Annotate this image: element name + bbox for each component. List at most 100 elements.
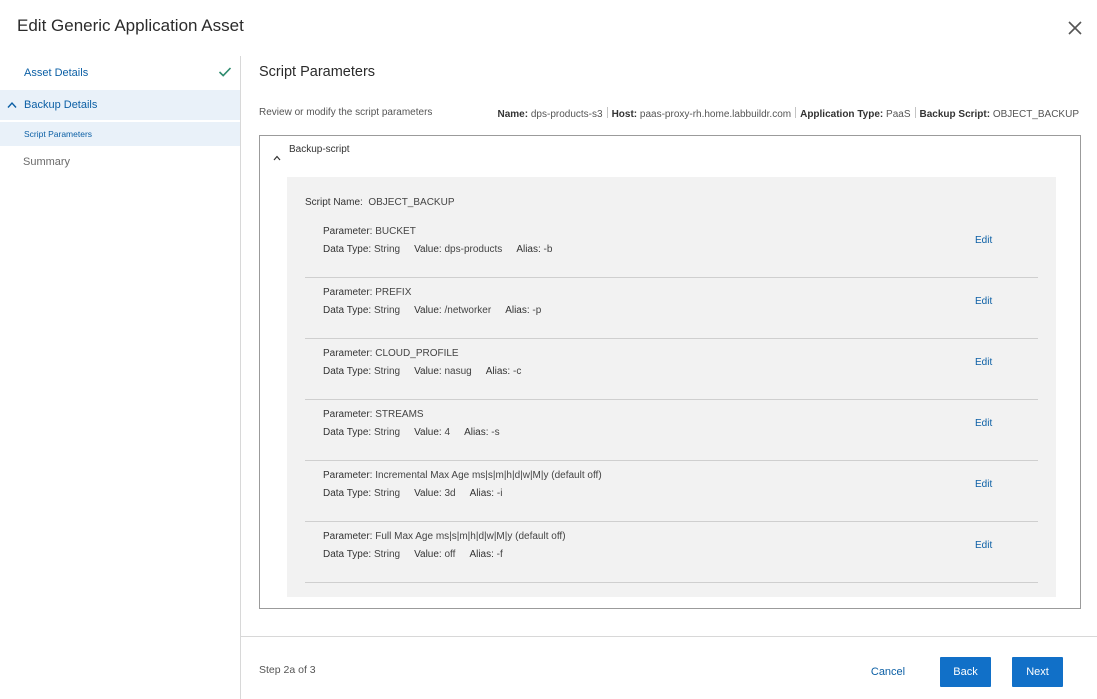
sidebar-item-asset-details[interactable]: Asset Details [0, 64, 240, 84]
backup-script-panel: Backup-script Script Name: OBJECT_BACKUP… [259, 135, 1081, 609]
meta-divider [795, 107, 797, 118]
value-label: Value: [414, 427, 442, 438]
value-label: Value: [414, 488, 442, 499]
chevron-up-icon [273, 148, 281, 161]
sidebar-item-label: Backup Details [24, 99, 98, 111]
script-parameters-box: Script Name: OBJECT_BACKUP Parameter: BU… [287, 177, 1056, 597]
meta-app-type-label: Application Type: [800, 109, 884, 120]
edit-button[interactable]: Edit [975, 235, 992, 246]
value-value: 4 [444, 427, 451, 438]
parameter-name-line: Parameter: STREAMS [323, 409, 424, 420]
value-value: /networker [444, 305, 492, 316]
meta-app-type-value: PaaS [886, 109, 911, 120]
data-type-value: String [373, 305, 401, 316]
meta-host-label: Host: [611, 109, 638, 120]
sidebar-item-summary[interactable]: Summary [0, 153, 240, 173]
meta-divider [606, 107, 608, 118]
meta-name-value: dps-products-s3 [530, 109, 603, 120]
parameter-details-line: Data Type: String Value: dps-products Alia… [323, 244, 552, 255]
wizard-sidebar: Asset Details Backup Details Script Para… [0, 56, 241, 699]
edit-button[interactable]: Edit [975, 479, 992, 490]
script-name: Script Name: OBJECT_BACKUP [305, 197, 455, 208]
step-indicator: Step 2a of 3 [259, 664, 316, 676]
value-label: Value: [414, 366, 442, 377]
meta-backup-script-label: Backup Script: [919, 109, 991, 120]
main-content: Script Parameters Review or modify the s… [241, 56, 1097, 636]
meta-name-label: Name: [497, 109, 529, 120]
alias-label: Alias: [469, 549, 494, 560]
parameter-row-cloud-profile: Parameter: CLOUD_PROFILE Data Type: Stri… [305, 339, 1038, 400]
parameter-row-prefix: Parameter: PREFIX Data Type: String Value… [305, 278, 1038, 339]
alias-label: Alias: [516, 244, 541, 255]
alias-label: Alias: [464, 427, 489, 438]
edit-button[interactable]: Edit [975, 357, 992, 368]
sidebar-item-script-parameters[interactable]: Script Parameters [0, 122, 240, 146]
dialog-title: Edit Generic Application Asset [17, 16, 244, 35]
data-type-label: Data Type: [323, 488, 372, 499]
data-type-label: Data Type: [323, 366, 372, 377]
cancel-button[interactable]: Cancel [852, 657, 924, 687]
meta-host-value: paas-proxy-rh.home.labbuildr.com [639, 109, 792, 120]
chevron-up-icon [7, 100, 17, 108]
value-value: 3d [444, 488, 456, 499]
value-value: dps-products [444, 244, 503, 255]
data-type-label: Data Type: [323, 305, 372, 316]
alias-value: -f [496, 549, 503, 560]
data-type-value: String [373, 488, 401, 499]
data-type-value: String [373, 427, 401, 438]
edit-button[interactable]: Edit [975, 296, 992, 307]
back-button[interactable]: Back [940, 657, 991, 687]
parameter-name: STREAMS [375, 409, 424, 420]
alias-value: -b [543, 244, 553, 255]
data-type-value: String [373, 244, 401, 255]
alias-label: Alias: [505, 305, 530, 316]
value-value: nasug [444, 366, 472, 377]
parameter-label: Parameter: [323, 470, 373, 481]
alias-value: -s [491, 427, 500, 438]
parameter-name: CLOUD_PROFILE [375, 348, 459, 359]
parameter-label: Parameter: [323, 287, 373, 298]
alias-value: -i [496, 488, 503, 499]
parameter-details-line: Data Type: String Value: 3d Alias: -i [323, 488, 502, 499]
sidebar-item-backup-details[interactable]: Backup Details [0, 90, 240, 120]
value-label: Value: [414, 244, 442, 255]
page-title: Script Parameters [259, 64, 376, 80]
sidebar-item-label: Script Parameters [24, 129, 93, 139]
alias-value: -c [512, 366, 522, 377]
sidebar-item-label: Summary [23, 156, 71, 168]
parameter-details-line: Data Type: String Value: nasug Alias: -c [323, 366, 521, 377]
alias-label: Alias: [469, 488, 495, 499]
parameter-row-incremental-max-age: Parameter: Incremental Max Age ms|s|m|h|… [305, 461, 1038, 522]
data-type-value: String [373, 366, 401, 377]
alias-value: -p [532, 305, 542, 316]
edit-button[interactable]: Edit [975, 418, 992, 429]
parameter-name-line: Parameter: BUCKET [323, 226, 416, 237]
check-icon [218, 66, 232, 78]
parameter-label: Parameter: [323, 531, 373, 542]
edit-button[interactable]: Edit [975, 540, 992, 551]
parameter-row-bucket: Parameter: BUCKET Data Type: String Value… [305, 217, 1038, 278]
data-type-label: Data Type: [323, 244, 372, 255]
parameter-name-line: Parameter: CLOUD_PROFILE [323, 348, 459, 359]
close-icon[interactable] [1066, 19, 1084, 37]
page-subtitle: Review or modify the script parameters [259, 107, 433, 118]
asset-meta: Name: dps-products-s3 Host: paas-proxy-rh… [497, 107, 1079, 120]
data-type-value: String [373, 549, 401, 560]
value-label: Value: [414, 549, 442, 560]
parameter-name-line: Parameter: Incremental Max Age ms|s|m|h|… [323, 470, 602, 481]
data-type-label: Data Type: [323, 549, 372, 560]
alias-label: Alias: [485, 366, 511, 377]
parameter-row-streams: Parameter: STREAMS Data Type: String Valu… [305, 400, 1038, 461]
next-button[interactable]: Next [1012, 657, 1063, 687]
data-type-label: Data Type: [323, 427, 372, 438]
parameter-details-line: Data Type: String Value: off Alias: -f [323, 549, 503, 560]
meta-divider [914, 107, 916, 118]
parameter-details-line: Data Type: String Value: /networker Alias:… [323, 305, 541, 316]
parameter-name: BUCKET [375, 226, 416, 237]
parameter-name: Full Max Age ms|s|m|h|d|w|M|y (default o… [375, 531, 566, 542]
script-name-label: Script Name: [305, 197, 363, 208]
parameter-name: PREFIX [375, 287, 412, 298]
script-name-value: OBJECT_BACKUP [368, 197, 455, 208]
value-label: Value: [414, 305, 442, 316]
parameter-details-line: Data Type: String Value: 4 Alias: -s [323, 427, 500, 438]
